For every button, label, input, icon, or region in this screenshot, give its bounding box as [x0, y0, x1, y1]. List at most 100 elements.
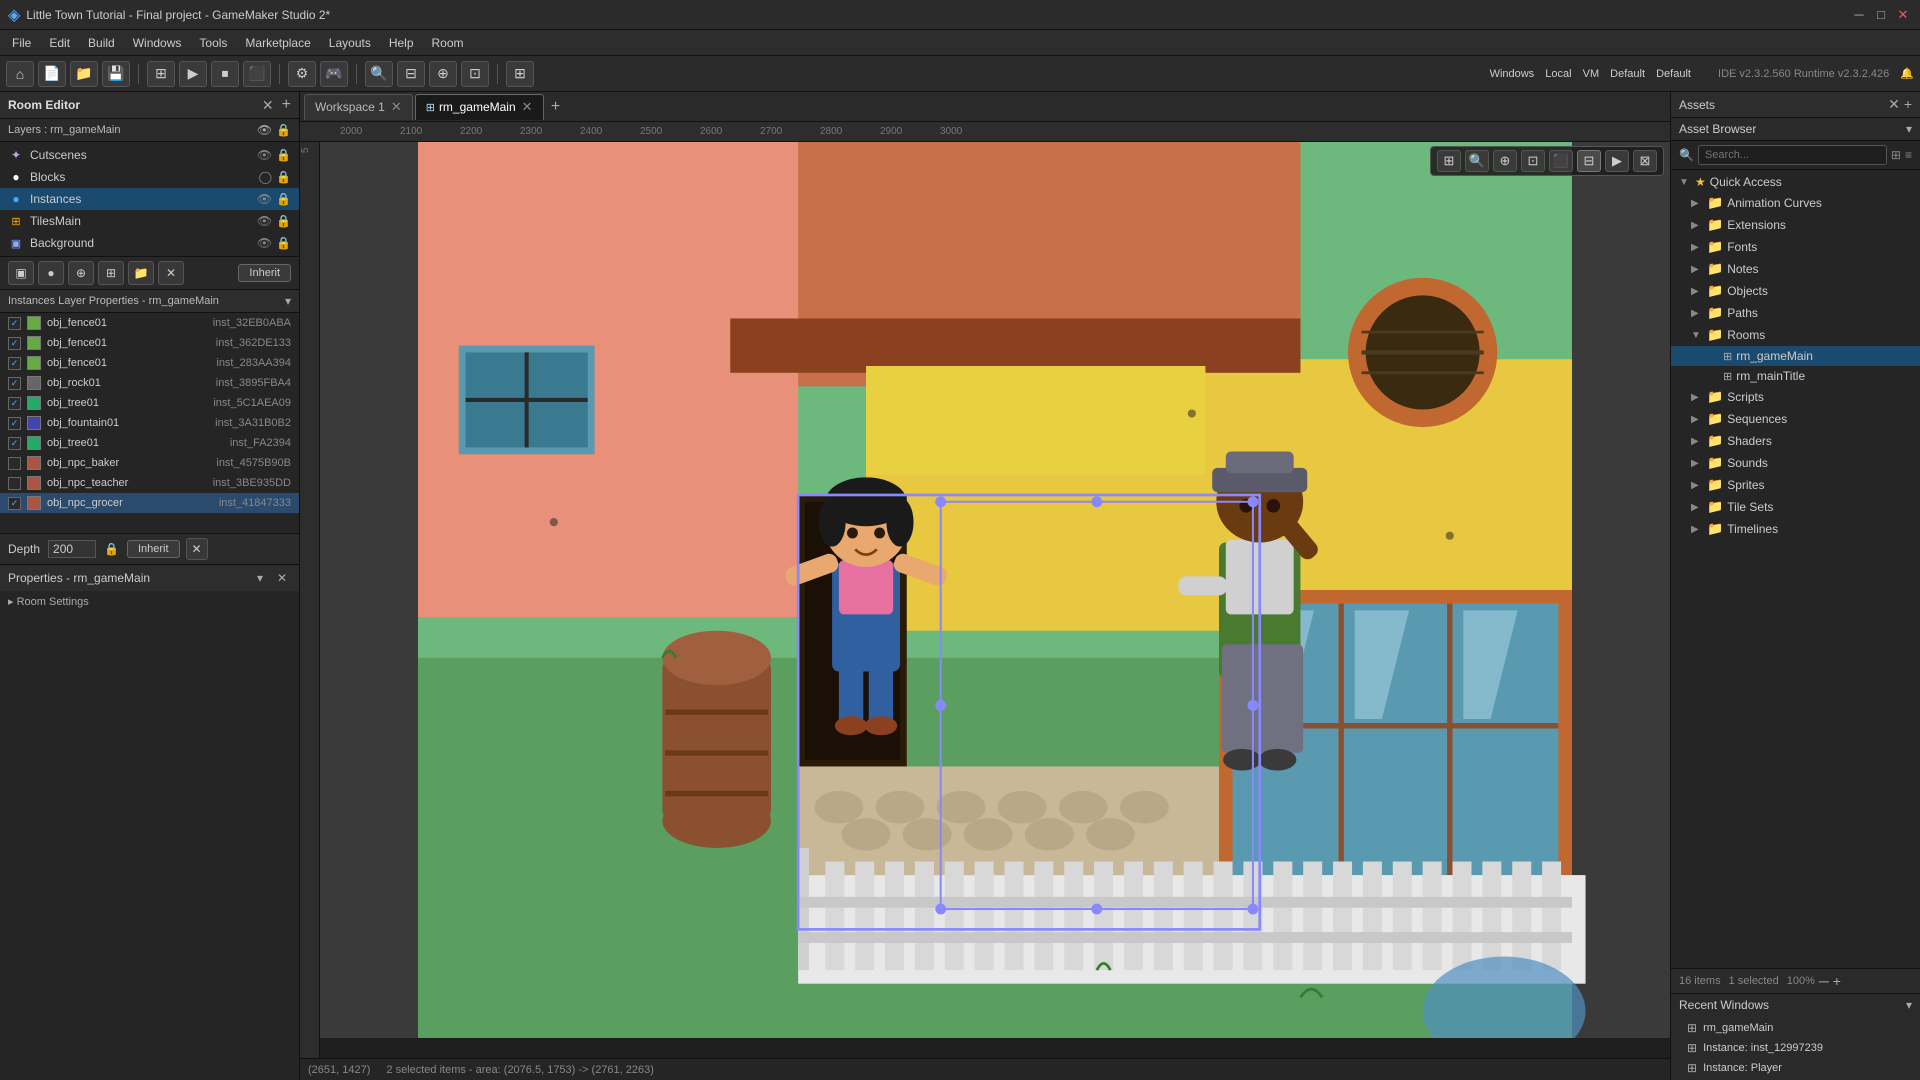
- inst-tool-add-instance[interactable]: ●: [38, 261, 64, 285]
- menu-build[interactable]: Build: [80, 34, 123, 52]
- instance-item-1[interactable]: obj_fence01 inst_362DE133: [0, 333, 299, 353]
- depth-input[interactable]: [48, 540, 96, 558]
- toolbar-gamepad-button[interactable]: 🎮: [320, 61, 348, 87]
- layer-instances[interactable]: ● Instances 👁 🔒: [0, 188, 299, 210]
- menu-room[interactable]: Room: [424, 34, 472, 52]
- inst-checkbox-3[interactable]: [8, 377, 21, 390]
- layer-background-visibility[interactable]: 👁: [257, 236, 272, 250]
- room-tab-close[interactable]: ✕: [522, 99, 533, 115]
- depth-inherit-button[interactable]: Inherit: [127, 540, 180, 558]
- room-editor-close-button[interactable]: ✕: [262, 97, 274, 114]
- inst-checkbox-4[interactable]: [8, 397, 21, 410]
- filter-icon[interactable]: ⊞: [1891, 148, 1901, 162]
- minimize-button[interactable]: ─: [1850, 6, 1868, 24]
- instance-item-5[interactable]: obj_fountain01 inst_3A31B0B2: [0, 413, 299, 433]
- room-tab[interactable]: ⊞ rm_gameMain ✕: [415, 94, 544, 120]
- inst-tool-tile[interactable]: ⊞: [98, 261, 124, 285]
- cv-play-button[interactable]: ▶: [1605, 150, 1629, 172]
- depth-lock-icon[interactable]: 🔒: [104, 542, 119, 556]
- tree-sprites[interactable]: ▶ 📁 Sprites: [1671, 474, 1920, 496]
- workspace-tab-close[interactable]: ✕: [391, 99, 402, 115]
- inst-checkbox-5[interactable]: [8, 417, 21, 430]
- assets-close-button[interactable]: ✕: [1888, 96, 1900, 113]
- tree-rm-maintitle[interactable]: ▶ ⊞ rm_mainTitle: [1671, 366, 1920, 386]
- toolbar-instances-button[interactable]: ⊞: [147, 61, 175, 87]
- toolbar-extra-button[interactable]: ⊞: [506, 61, 534, 87]
- inst-checkbox-9[interactable]: [8, 497, 21, 510]
- toolbar-settings-button[interactable]: ⚙: [288, 61, 316, 87]
- instance-item-8[interactable]: obj_npc_teacher inst_3BE935DD: [0, 473, 299, 493]
- layer-blocks-lock[interactable]: 🔒: [276, 170, 291, 184]
- maximize-button[interactable]: □: [1872, 6, 1890, 24]
- toolbar-open-button[interactable]: 📁: [70, 61, 98, 87]
- layer-background[interactable]: ▣ Background 👁 🔒: [0, 232, 299, 254]
- zoom-in-button[interactable]: +: [1833, 973, 1841, 989]
- default1-label[interactable]: Default: [1610, 68, 1645, 80]
- inst-tool-folder[interactable]: 📁: [128, 261, 154, 285]
- tree-timelines[interactable]: ▶ 📁 Timelines: [1671, 518, 1920, 540]
- layer-cutscenes[interactable]: ✦ Cutscenes 👁 🔒: [0, 144, 299, 166]
- tree-sounds[interactable]: ▶ 📁 Sounds: [1671, 452, 1920, 474]
- layer-cutscenes-visibility[interactable]: 👁: [257, 148, 272, 162]
- local-label[interactable]: Local: [1545, 68, 1571, 80]
- inst-inherit-button[interactable]: Inherit: [238, 264, 291, 282]
- depth-reset-button[interactable]: ✕: [186, 538, 208, 560]
- tree-fonts[interactable]: ▶ 📁 Fonts: [1671, 236, 1920, 258]
- layer-background-lock[interactable]: 🔒: [276, 236, 291, 250]
- sort-icon[interactable]: ≡: [1905, 148, 1912, 162]
- menu-layouts[interactable]: Layouts: [321, 34, 379, 52]
- tab-add-button[interactable]: +: [546, 97, 566, 117]
- instance-item-9[interactable]: obj_npc_grocer inst_41847333: [0, 493, 299, 513]
- workspace-tab[interactable]: Workspace 1 ✕: [304, 94, 413, 120]
- toolbar-zoom-reset-button[interactable]: ⊟: [397, 61, 425, 87]
- recent-windows-expand[interactable]: ▾: [1906, 998, 1912, 1012]
- toolbar-save-button[interactable]: 💾: [102, 61, 130, 87]
- tree-objects[interactable]: ▶ 📁 Objects: [1671, 280, 1920, 302]
- tree-scripts[interactable]: ▶ 📁 Scripts: [1671, 386, 1920, 408]
- layer-instances-lock[interactable]: 🔒: [276, 192, 291, 206]
- instance-item-0[interactable]: obj_fence01 inst_32EB0ABA: [0, 313, 299, 333]
- toolbar-zoom-out-button[interactable]: 🔍: [365, 61, 393, 87]
- menu-edit[interactable]: Edit: [41, 34, 78, 52]
- menu-tools[interactable]: Tools: [191, 34, 235, 52]
- layer-instances-visibility[interactable]: 👁: [257, 192, 272, 206]
- tree-paths[interactable]: ▶ 📁 Paths: [1671, 302, 1920, 324]
- toolbar-home-button[interactable]: ⌂: [6, 61, 34, 87]
- toolbar-stop-button[interactable]: ⏹: [211, 61, 239, 87]
- layers-lock-icon[interactable]: 🔒: [276, 123, 291, 137]
- menu-windows[interactable]: Windows: [125, 34, 190, 52]
- vm-label[interactable]: VM: [1583, 68, 1600, 80]
- tree-notes[interactable]: ▶ 📁 Notes: [1671, 258, 1920, 280]
- instance-item-7[interactable]: obj_npc_baker inst_4575B90B: [0, 453, 299, 473]
- cv-frame-button[interactable]: ⬛: [1549, 150, 1573, 172]
- layer-cutscenes-lock[interactable]: 🔒: [276, 148, 291, 162]
- inst-checkbox-2[interactable]: [8, 357, 21, 370]
- room-settings[interactable]: ▸ Room Settings: [0, 591, 299, 612]
- toolbar-new-button[interactable]: 📄: [38, 61, 66, 87]
- default2-label[interactable]: Default: [1656, 68, 1691, 80]
- room-editor-add-button[interactable]: +: [282, 96, 291, 114]
- asset-search-input[interactable]: [1698, 145, 1887, 165]
- recent-windows-header[interactable]: Recent Windows ▾: [1671, 994, 1920, 1016]
- properties-expand[interactable]: ▾: [251, 569, 269, 587]
- windows-label[interactable]: Windows: [1490, 68, 1535, 80]
- inst-checkbox-8[interactable]: [8, 477, 21, 490]
- tree-shaders[interactable]: ▶ 📁 Shaders: [1671, 430, 1920, 452]
- layer-blocks[interactable]: ● Blocks ◯ 🔒: [0, 166, 299, 188]
- zoom-out-button[interactable]: ─: [1819, 973, 1829, 989]
- toolbar-play-button[interactable]: ▶: [179, 61, 207, 87]
- inst-checkbox-6[interactable]: [8, 437, 21, 450]
- inst-tool-transform[interactable]: ⊕: [68, 261, 94, 285]
- cv-grid-button[interactable]: ⊞: [1437, 150, 1461, 172]
- cv-zoom-in-button[interactable]: ⊕: [1493, 150, 1517, 172]
- layer-tilesmain-visibility[interactable]: 👁: [257, 214, 272, 228]
- canvas-viewport[interactable]: [320, 142, 1670, 1038]
- notification-icon[interactable]: 🔔: [1900, 68, 1914, 80]
- toolbar-zoom-in-button[interactable]: ⊕: [429, 61, 457, 87]
- cv-extra-button[interactable]: ⊠: [1633, 150, 1657, 172]
- inst-layer-collapse[interactable]: ▾: [285, 294, 291, 308]
- menu-help[interactable]: Help: [381, 34, 422, 52]
- instance-item-2[interactable]: obj_fence01 inst_283AA394: [0, 353, 299, 373]
- properties-close[interactable]: ✕: [273, 569, 291, 587]
- instance-item-6[interactable]: obj_tree01 inst_FA2394: [0, 433, 299, 453]
